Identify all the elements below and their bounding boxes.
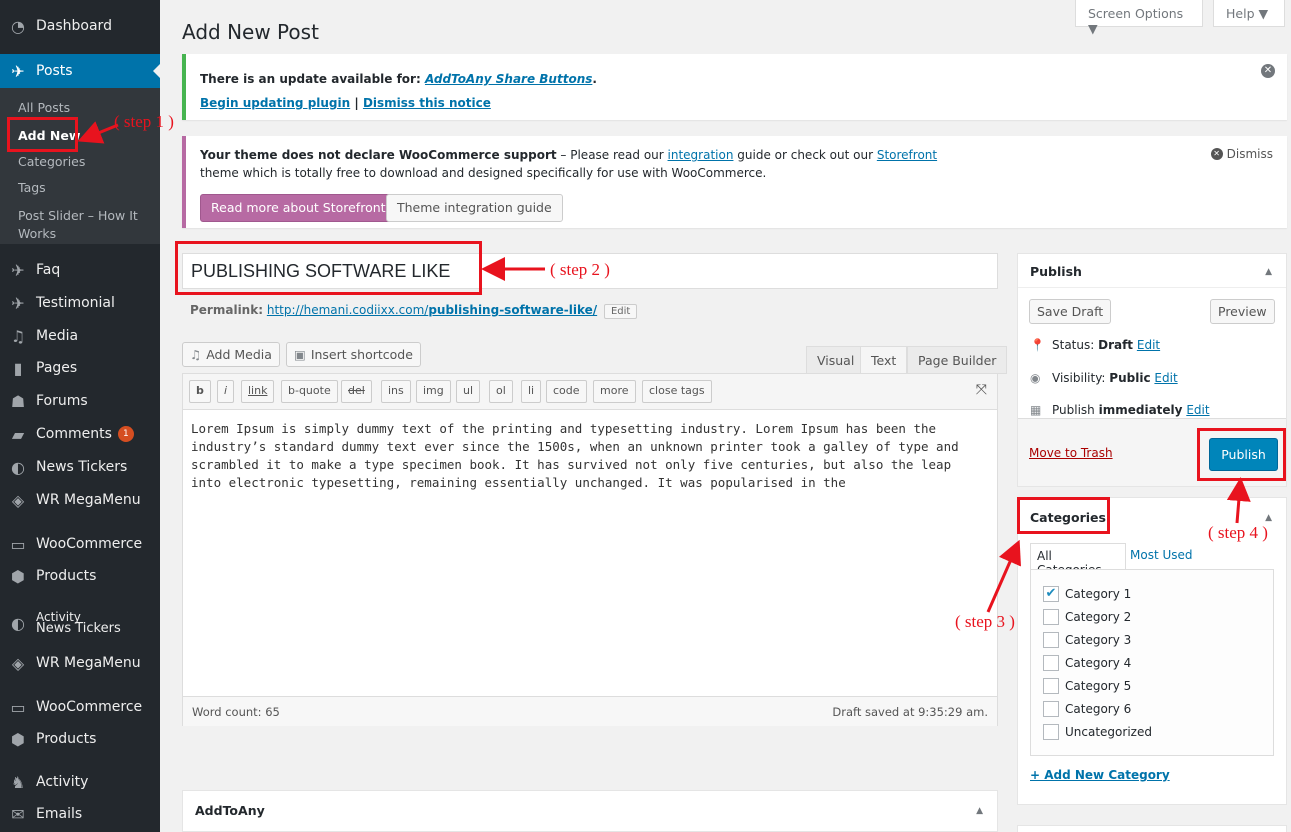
annotation-step1: ( step 1 ) xyxy=(114,112,174,131)
arrow-step4 xyxy=(1226,477,1251,524)
annotation-step4: ( step 4 ) xyxy=(1208,523,1268,542)
annotation-arrows xyxy=(77,121,1251,613)
annotation-step3: ( step 3 ) xyxy=(955,612,1015,631)
annotation-step2: ( step 2 ) xyxy=(550,260,610,279)
arrow-step3 xyxy=(986,539,1021,613)
